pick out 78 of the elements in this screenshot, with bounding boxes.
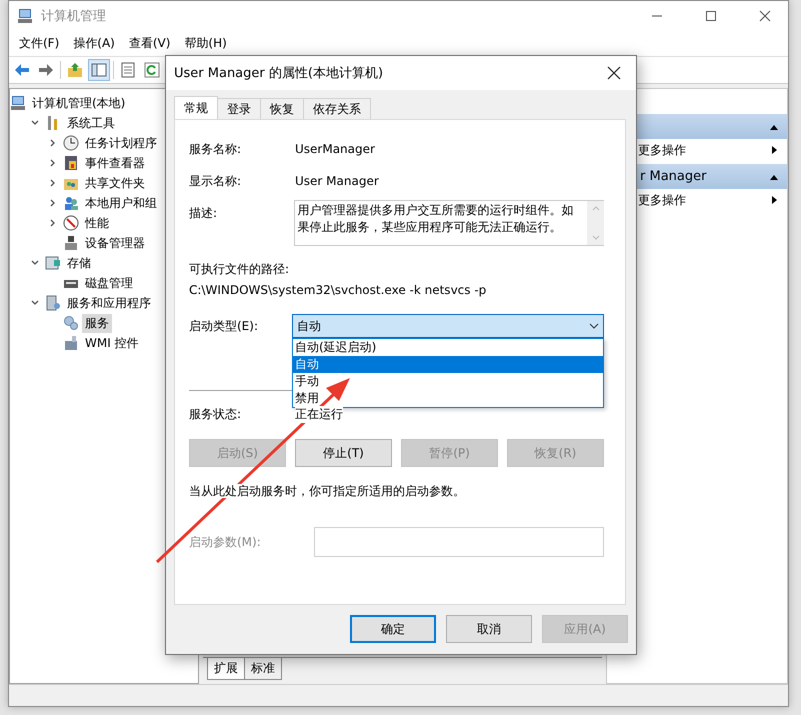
toolbar-button[interactable]	[88, 59, 110, 81]
chevron-icon[interactable]	[31, 299, 39, 307]
chevron-icon[interactable]	[49, 219, 57, 227]
field-label: 可执行文件的路径:	[189, 260, 290, 278]
menu-item[interactable]: 帮助(H)	[184, 33, 227, 54]
chevron-icon[interactable]	[49, 139, 57, 147]
forward-arrow-icon	[38, 62, 54, 78]
view-tab[interactable]: 扩展	[207, 658, 245, 680]
tree-node-icon	[63, 235, 79, 251]
refresh-icon	[144, 62, 160, 78]
dropdown-option[interactable]: 自动(延迟启动)	[293, 339, 603, 356]
tree-item[interactable]: 计算机管理(本地)	[29, 94, 128, 112]
tree-item[interactable]: 服务和应用程序	[64, 294, 154, 312]
document-icon	[120, 62, 136, 78]
description-text: 用户管理器提供多用户交互所需要的运行时组件。如果停止此服务，某些应用程序可能无法正确运行。	[296, 202, 574, 236]
field-label: 启动参数(M):	[189, 534, 262, 550]
menu-item[interactable]: 查看(V)	[128, 33, 170, 54]
field-label: 启动类型(E):	[189, 318, 259, 334]
dialog-button[interactable]: 确定	[350, 615, 436, 643]
field-value: UserManager	[295, 142, 375, 156]
dropdown-option[interactable]: 自动	[293, 356, 603, 373]
dialog-button[interactable]: 取消	[446, 615, 532, 643]
action-item[interactable]: 更多操作	[607, 139, 787, 161]
field-value: User Manager	[295, 174, 379, 188]
tree-item[interactable]: 磁盘管理	[82, 274, 136, 292]
close-icon	[759, 10, 771, 22]
tree-item[interactable]: 服务	[82, 314, 112, 332]
action-item[interactable]: 更多操作	[607, 189, 787, 211]
path-value: C:\WINDOWS\system32\svchost.exe -k netsvcs -p	[189, 283, 486, 297]
tree-item[interactable]: 任务计划程序	[82, 134, 160, 152]
dropdown-option[interactable]: 禁用	[293, 390, 603, 407]
tree-node-icon	[45, 295, 61, 311]
field-label: 服务名称:	[189, 140, 242, 158]
tree-item[interactable]: 性能	[82, 214, 112, 232]
tree-item[interactable]: 系统工具	[64, 114, 118, 132]
input-field[interactable]	[314, 527, 604, 557]
status-value: 正在运行	[295, 406, 343, 422]
tree-node-icon	[45, 255, 61, 271]
tree-node-icon	[63, 135, 79, 151]
tree-node-icon	[63, 155, 79, 171]
tree-node-icon	[63, 215, 79, 231]
tree-node-icon	[10, 95, 26, 111]
chevron-icon[interactable]	[31, 259, 39, 267]
tab[interactable]: 常规	[174, 96, 218, 119]
close-icon	[607, 66, 621, 80]
gears-icon	[63, 315, 79, 331]
menu-item[interactable]: 操作(A)	[73, 33, 115, 54]
expand-arrow-icon[interactable]	[769, 145, 779, 155]
field-label: 描述:	[189, 205, 218, 222]
folder-icon	[67, 62, 83, 78]
tree-item[interactable]: 事件查看器	[82, 154, 148, 172]
field-label: 服务状态:	[189, 406, 242, 422]
dialog-title: User Manager 的属性(本地计算机)	[174, 65, 384, 82]
menu-item[interactable]: 文件(F)	[19, 33, 60, 54]
dropdown-option[interactable]: 手动	[293, 373, 603, 390]
tree-item[interactable]: 存储	[64, 254, 94, 272]
chevron-icon[interactable]	[49, 159, 57, 167]
back-arrow-icon	[14, 62, 30, 78]
chevron-icon[interactable]	[49, 179, 57, 187]
tree-item[interactable]: WMI 控件	[82, 334, 142, 352]
computer-icon	[17, 8, 33, 24]
window-title: 计算机管理	[41, 8, 107, 25]
tab[interactable]: 依存关系	[303, 98, 371, 119]
field-label: 显示名称:	[189, 172, 242, 190]
maximize-icon	[705, 10, 717, 22]
tree-item[interactable]: 本地用户和组	[82, 194, 160, 212]
view-tab[interactable]: 标准	[244, 658, 282, 680]
tree-node-icon	[63, 335, 79, 351]
panel-icon	[91, 62, 107, 78]
expand-arrow-icon[interactable]	[769, 195, 779, 205]
startup-type-dropdown[interactable]: 自动	[292, 314, 604, 338]
tree-node-icon	[63, 195, 79, 211]
tree-item[interactable]: 设备管理器	[82, 234, 148, 252]
service-button[interactable]: 停止(T)	[295, 439, 392, 467]
chevron-icon[interactable]	[49, 199, 57, 207]
tree-item[interactable]: 共享文件夹	[82, 174, 148, 192]
chevron-icon[interactable]	[31, 119, 39, 127]
caret-icon	[589, 323, 599, 329]
